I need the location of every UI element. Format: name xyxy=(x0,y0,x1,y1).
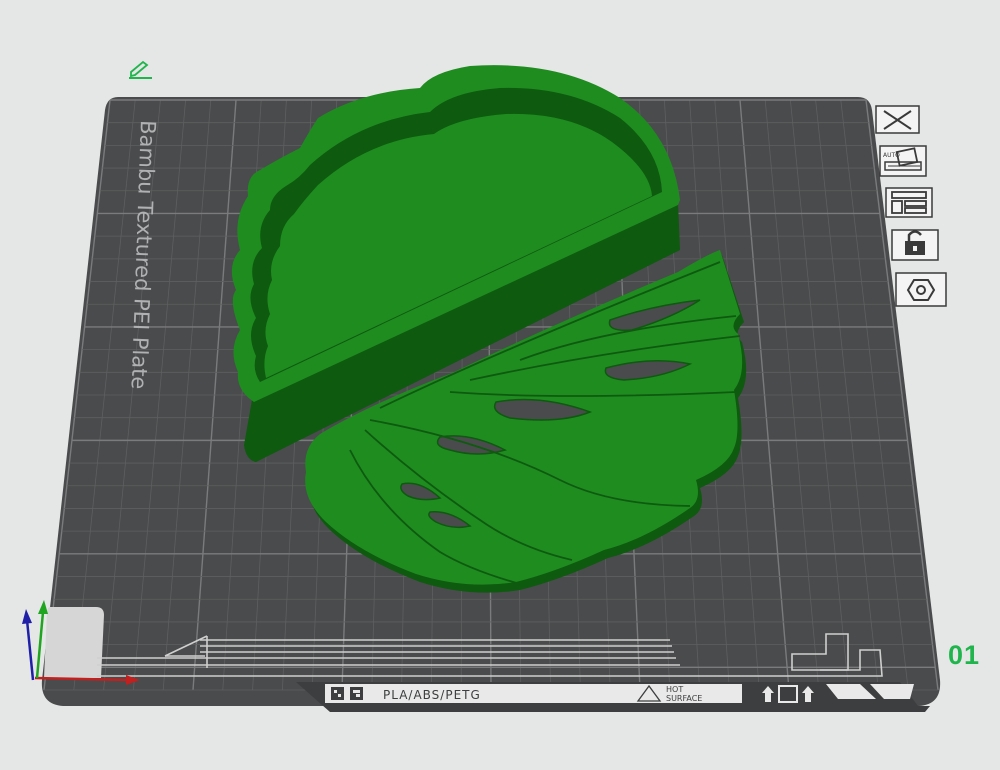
filament-type-label: PLA/ABS/PETG xyxy=(383,688,481,702)
arrange-button[interactable] xyxy=(885,187,933,218)
close-plate-button[interactable] xyxy=(875,105,920,134)
lock-plate-button[interactable] xyxy=(891,229,939,261)
build-plate-viewport[interactable]: PLA/ABS/PETG HOT SURFACE Bambu Textured … xyxy=(0,0,1000,770)
surface-label: SURFACE xyxy=(666,694,702,703)
hot-label: HOT xyxy=(666,685,683,694)
auto-orient-button[interactable]: AUTO xyxy=(879,145,927,177)
plate-number[interactable]: 01 xyxy=(948,640,980,671)
plate-settings-button[interactable] xyxy=(895,272,947,307)
origin-corner-square xyxy=(44,607,104,678)
